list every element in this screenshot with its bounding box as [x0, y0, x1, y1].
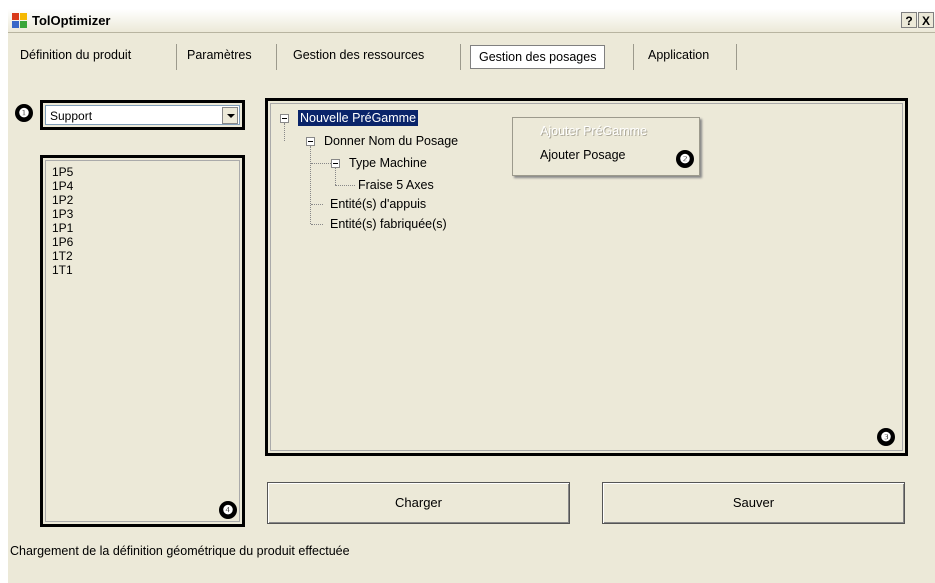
status-text: Chargement de la définition géométrique …: [10, 544, 350, 558]
tree-line: [310, 146, 311, 224]
list-item[interactable]: 1P6: [52, 235, 73, 249]
tab-product-definition[interactable]: Définition du produit: [14, 43, 137, 67]
tree-node-root[interactable]: Nouvelle PréGamme: [298, 110, 419, 126]
callout-marker-3: ❸: [877, 428, 895, 446]
type-combo[interactable]: Support: [40, 100, 245, 130]
tree-node-machine[interactable]: Fraise 5 Axes: [358, 177, 434, 193]
list-item[interactable]: 1P3: [52, 207, 73, 221]
tree-line: [311, 204, 323, 205]
tab-strip: Définition du produit Paramètres Gestion…: [8, 40, 935, 70]
tab-separator: [176, 44, 177, 70]
list-item[interactable]: 1P4: [52, 179, 73, 193]
tab-parameters[interactable]: Paramètres: [181, 43, 258, 67]
collapse-icon[interactable]: [280, 114, 289, 123]
tree-line: [311, 224, 323, 225]
callout-marker-1: ❶: [15, 104, 33, 122]
chevron-down-icon[interactable]: [222, 107, 238, 124]
help-button[interactable]: ?: [901, 12, 917, 28]
collapse-icon[interactable]: [331, 159, 340, 168]
tab-application[interactable]: Application: [642, 43, 715, 67]
tab-separator: [736, 44, 737, 70]
list-item[interactable]: 1T1: [52, 263, 73, 277]
part-list[interactable]: 1P5 1P4 1P2 1P3 1P1 1P6 1T2 1T1: [40, 155, 245, 527]
menu-item-add-pregamme: Ajouter PréGamme: [540, 124, 647, 138]
menu-item-add-pose[interactable]: Ajouter Posage: [540, 148, 625, 162]
app-icon: [12, 13, 27, 28]
save-button[interactable]: Sauver: [602, 482, 905, 524]
tree-node-support-entities[interactable]: Entité(s) d'appuis: [330, 196, 426, 212]
tab-separator: [276, 44, 277, 70]
list-item[interactable]: 1P2: [52, 193, 73, 207]
collapse-icon[interactable]: [306, 137, 315, 146]
callout-marker-2: ❷: [676, 150, 694, 168]
tree-line: [335, 168, 336, 185]
tree-node-made-entities[interactable]: Entité(s) fabriquée(s): [330, 216, 447, 232]
title-bar: TolOptimizer ? X: [8, 9, 935, 33]
tab-resources[interactable]: Gestion des ressources: [287, 43, 430, 67]
list-item[interactable]: 1P1: [52, 221, 73, 235]
tree-line: [335, 185, 355, 186]
tree-node-pose[interactable]: Donner Nom du Posage: [324, 133, 458, 149]
tab-separator: [460, 44, 461, 70]
list-item[interactable]: 1P5: [52, 165, 73, 179]
tab-separator: [633, 44, 634, 70]
tree-line: [311, 163, 331, 164]
combo-selected-value: Support: [50, 109, 93, 123]
window-title: TolOptimizer: [32, 13, 111, 28]
tree-line: [284, 123, 285, 141]
load-button[interactable]: Charger: [267, 482, 570, 524]
close-button[interactable]: X: [918, 12, 934, 28]
callout-marker-4: ❹: [219, 501, 237, 519]
list-item[interactable]: 1T2: [52, 249, 73, 263]
tab-fixtures[interactable]: Gestion des posages: [470, 45, 606, 69]
context-menu: Ajouter PréGamme Ajouter Posage: [512, 117, 700, 176]
tree-node-machine-type[interactable]: Type Machine: [349, 155, 427, 171]
